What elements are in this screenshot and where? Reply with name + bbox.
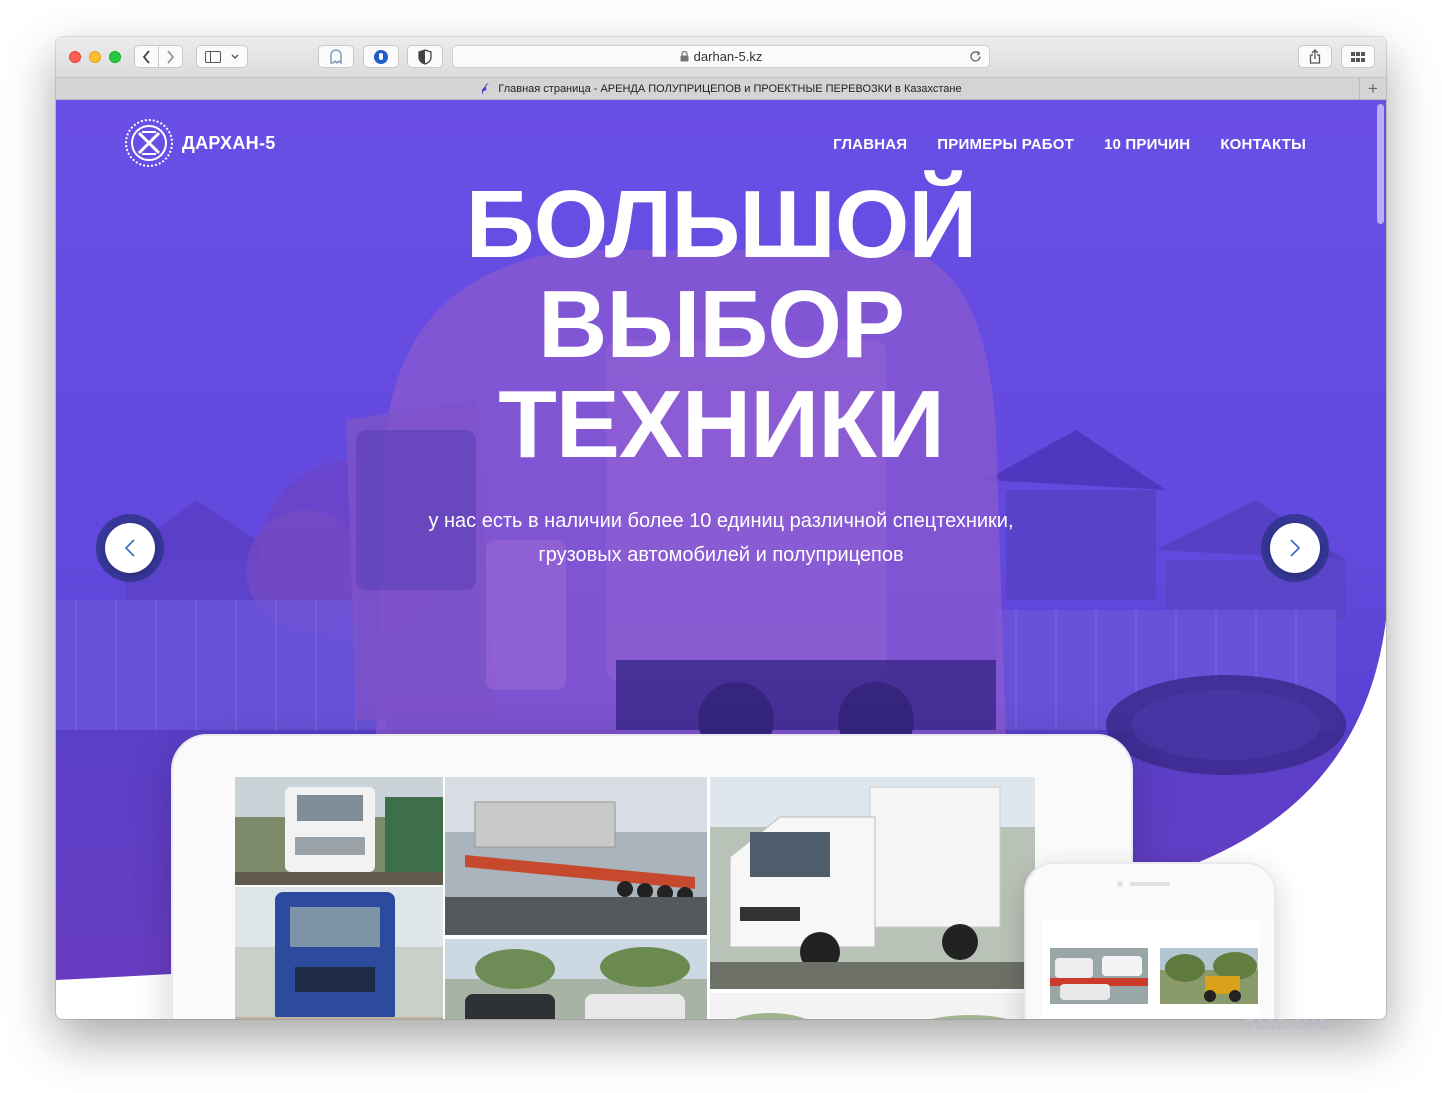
phone-screen [1042, 920, 1260, 1019]
gallery-photo[interactable] [235, 777, 443, 885]
back-button[interactable] [134, 45, 159, 68]
gallery-photo[interactable] [445, 777, 707, 935]
web-page: ДАРХАН-5 ГЛАВНАЯ ПРИМЕРЫ РАБОТ 10 ПРИЧИН… [56, 100, 1386, 1019]
browser-toolbar: darhan-5.kz [56, 37, 1386, 77]
phone-mockup [1024, 862, 1276, 1019]
new-tab-button[interactable]: + [1359, 78, 1386, 100]
headline-line: БОЛЬШОЙ [465, 171, 978, 278]
nav-item-10-reasons[interactable]: 10 ПРИЧИН [1104, 136, 1190, 153]
tab-title[interactable]: Главная страница - АРЕНДА ПОЛУПРИЦЕПОВ и… [498, 83, 961, 95]
close-window-button[interactable] [69, 51, 81, 63]
ghost-icon [330, 48, 342, 65]
hero-section: ДАРХАН-5 ГЛАВНАЯ ПРИМЕРЫ РАБОТ 10 ПРИЧИН… [56, 100, 1386, 1019]
ghostery-extension-button[interactable] [318, 45, 354, 68]
darhan-logo-icon [125, 119, 173, 167]
watermark-text: TCSE-CMS [1245, 1016, 1328, 1033]
gallery-photo[interactable] [445, 939, 707, 1019]
sidebar-button[interactable] [196, 45, 248, 68]
gallery-photo[interactable] [235, 887, 443, 1019]
chevron-right-icon [1290, 539, 1301, 557]
slider-next-circle [1270, 523, 1320, 573]
shield-icon [418, 48, 432, 65]
sidebar-icon [205, 50, 221, 63]
privacy-extension-button[interactable] [407, 45, 443, 68]
nav-item-portfolio[interactable]: ПРИМЕРЫ РАБОТ [937, 136, 1074, 153]
slider-next-button[interactable] [1261, 514, 1329, 582]
gallery-photo[interactable] [1050, 948, 1148, 1004]
main-navigation: ГЛАВНАЯ ПРИМЕРЫ РАБОТ 10 ПРИЧИН КОНТАКТЫ [833, 136, 1306, 153]
reload-icon[interactable] [969, 50, 982, 63]
slider-prev-button[interactable] [96, 514, 164, 582]
adblock-extension-button[interactable] [363, 45, 399, 68]
url-text: darhan-5.kz [693, 49, 763, 64]
hero-subtitle: у нас есть в наличии более 10 единиц раз… [336, 504, 1106, 572]
minimize-window-button[interactable] [89, 51, 101, 63]
grid-icon [1351, 51, 1365, 62]
laptop-screen [235, 777, 1035, 1019]
slider-prev-circle [105, 523, 155, 573]
hand-shield-icon [374, 49, 388, 64]
address-bar[interactable]: darhan-5.kz [452, 45, 990, 68]
hero-headline: БОЛЬШОЙ ВЫБОР ТЕХНИКИ [356, 175, 1086, 475]
browser-window: darhan-5.kz Главная страница - АРЕНДА ПО… [56, 37, 1386, 1019]
forward-button[interactable] [158, 45, 183, 68]
tab-overview-button[interactable] [1341, 45, 1375, 68]
site-favicon-icon [482, 82, 490, 95]
chevron-left-icon [124, 539, 135, 557]
gallery-photo[interactable] [710, 993, 1035, 1019]
phone-camera [1117, 881, 1123, 887]
share-button[interactable] [1298, 45, 1332, 68]
headline-line: ВЫБОР [537, 271, 905, 378]
phone-speaker [1130, 882, 1170, 886]
headline-line: ТЕХНИКИ [498, 371, 945, 478]
share-icon [1309, 49, 1321, 64]
subtitle-line: грузовых автомобилей и полуприцепов [538, 544, 904, 566]
page-scrollbar[interactable] [1377, 104, 1384, 224]
zoom-window-button[interactable] [109, 51, 121, 63]
laptop-mockup [171, 734, 1133, 1019]
gallery-photo[interactable] [1160, 948, 1258, 1004]
nav-item-contacts[interactable]: КОНТАКТЫ [1220, 136, 1306, 153]
site-logo[interactable]: ДАРХАН-5 [124, 118, 276, 168]
subtitle-line: у нас есть в наличии более 10 единиц раз… [428, 510, 1014, 532]
nav-item-home[interactable]: ГЛАВНАЯ [833, 136, 907, 153]
chevron-right-icon [167, 49, 175, 64]
chevron-left-icon [142, 49, 150, 64]
watermark-subtext: ВЕБ-СТУДИЯ [1246, 1034, 1314, 1040]
gallery-photo[interactable] [710, 777, 1035, 989]
lock-icon [680, 51, 689, 62]
logo-text: ДАРХАН-5 [182, 132, 276, 153]
tab-bar: Главная страница - АРЕНДА ПОЛУПРИЦЕПОВ и… [56, 77, 1386, 100]
chevron-down-icon [231, 54, 239, 59]
